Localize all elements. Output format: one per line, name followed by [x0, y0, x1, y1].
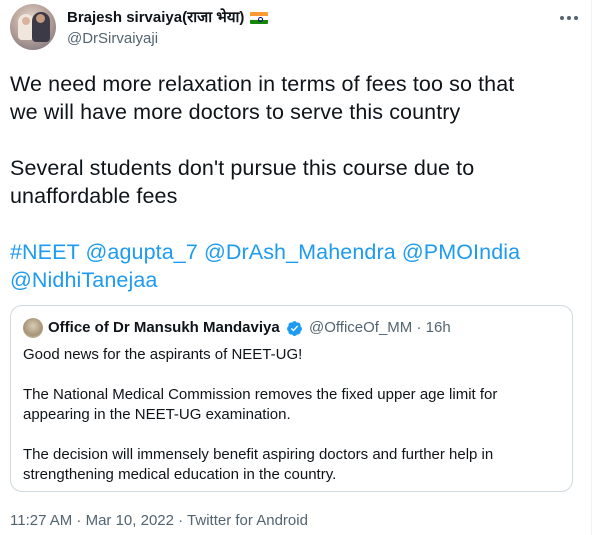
author-handle[interactable]: @DrSirvaiyaji	[67, 29, 158, 49]
quoted-tweet[interactable]: Office of Dr Mansukh Mandaviya @OfficeOf…	[10, 305, 573, 492]
quoted-text-line: strengthening medical education in the c…	[23, 466, 337, 483]
india-flag-icon	[250, 12, 268, 24]
tweet-hashtags-mentions[interactable]: #NEET @agupta_7 @DrAsh_Mahendra @PMOIndi…	[10, 238, 520, 266]
more-options-icon[interactable]	[558, 14, 580, 22]
quoted-author-name[interactable]: Office of Dr Mansukh Mandaviya	[48, 318, 280, 338]
tweet-card: Brajesh sirvaiya(राजा भेया) @DrSirvaiyaj…	[0, 0, 592, 535]
tweet-text-line: unaffordable fees	[10, 184, 178, 208]
author-avatar[interactable]	[10, 4, 56, 50]
verified-badge-icon	[287, 321, 302, 336]
author-display-name[interactable]: Brajesh sirvaiya(राजा भेया)	[67, 8, 244, 28]
quoted-handle-time[interactable]: @OfficeOf_MM · 16h	[309, 318, 451, 338]
quoted-text-line: The decision will immensely benefit aspi…	[23, 446, 494, 463]
tweet-text-line: we will have more doctors to serve this …	[10, 100, 461, 124]
quoted-text-line: Good news for the aspirants of NEET-UG!	[23, 346, 303, 363]
quoted-author-avatar[interactable]	[23, 318, 43, 338]
tweet-mention[interactable]: @NidhiTanejaa	[10, 266, 157, 294]
quoted-text-line: appearing in the NEET-UG examination.	[23, 406, 291, 423]
quoted-text-line: The National Medical Commission removes …	[23, 386, 498, 403]
tweet-text-line: We need more relaxation in terms of fees…	[10, 72, 515, 96]
tweet-timestamp-source[interactable]: 11:27 AM · Mar 10, 2022 · Twitter for An…	[10, 511, 308, 531]
tweet-text-line: Several students don't pursue this cours…	[10, 156, 475, 180]
